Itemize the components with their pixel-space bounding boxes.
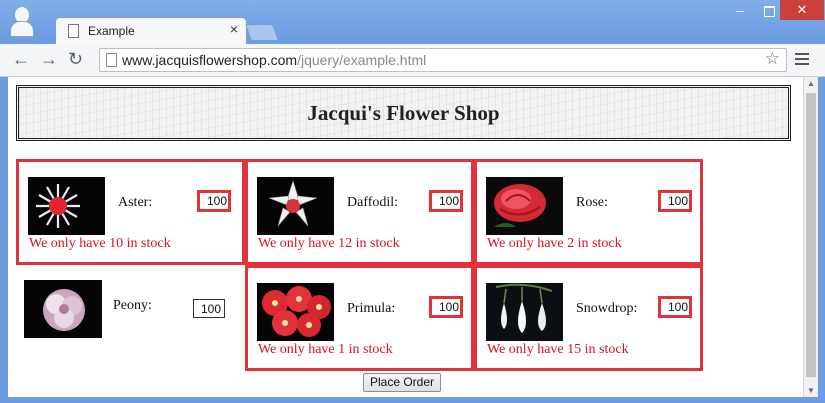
back-arrow-icon[interactable]: ← bbox=[12, 50, 30, 68]
page-title: Jacqui's Flower Shop bbox=[307, 101, 500, 125]
header-banner: Jacqui's Flower Shop bbox=[16, 85, 791, 141]
bookmark-star-icon[interactable]: ☆ bbox=[765, 49, 780, 69]
stock-message: We only have 10 in stock bbox=[29, 236, 171, 251]
window-frame-bottom bbox=[0, 397, 825, 403]
flower-label: Daffodil: bbox=[347, 195, 399, 210]
quantity-input[interactable]: 100 bbox=[429, 296, 463, 318]
browser-tab[interactable]: Example × bbox=[55, 17, 247, 45]
browser-toolbar: ← → ↻ www.jacquisflowershop.com/jquery/e… bbox=[0, 44, 825, 77]
aster-image bbox=[28, 177, 105, 235]
window-close-button[interactable]: ✕ bbox=[780, 0, 824, 20]
tab-close-icon[interactable]: × bbox=[230, 22, 238, 36]
quantity-input[interactable]: 100 bbox=[658, 296, 692, 318]
rose-image bbox=[486, 177, 563, 235]
scroll-down-icon[interactable]: ▼ bbox=[804, 386, 818, 395]
flower-label: Snowdrop: bbox=[576, 301, 638, 316]
quantity-input[interactable]: 100 bbox=[197, 190, 231, 212]
snowdrop-image bbox=[486, 283, 563, 341]
quantity-input[interactable]: 100 bbox=[193, 299, 225, 318]
vertical-scrollbar[interactable]: ▲ ▼ bbox=[803, 77, 818, 397]
flower-label: Peony: bbox=[113, 298, 152, 313]
flower-cell-rose: Rose: 100 We only have 2 in stock bbox=[474, 159, 703, 265]
forward-arrow-icon[interactable]: → bbox=[40, 50, 58, 68]
url-text[interactable]: www.jacquisflowershop.com/jquery/example… bbox=[122, 52, 426, 68]
reload-icon[interactable]: ↻ bbox=[68, 50, 83, 68]
page-icon bbox=[68, 24, 79, 38]
peony-image bbox=[24, 280, 102, 338]
stock-message: We only have 15 in stock bbox=[487, 342, 629, 357]
daffodil-image bbox=[257, 177, 334, 235]
page-icon bbox=[106, 53, 117, 67]
primula-image bbox=[257, 283, 334, 341]
profile-avatar-icon[interactable] bbox=[10, 6, 34, 37]
stock-message: We only have 1 in stock bbox=[258, 342, 393, 357]
flower-cell-snowdrop: Snowdrop: 100 We only have 15 in stock bbox=[474, 265, 703, 371]
stock-message: We only have 12 in stock bbox=[258, 236, 400, 251]
maximize-button[interactable] bbox=[764, 6, 775, 17]
flower-label: Rose: bbox=[576, 195, 608, 210]
url-path: /jquery/example.html bbox=[297, 52, 427, 68]
page-viewport: Jacqui's Flower Shop Aster: 100 We only … bbox=[8, 77, 803, 397]
address-bar[interactable]: www.jacquisflowershop.com/jquery/example… bbox=[99, 48, 787, 72]
stock-message: We only have 2 in stock bbox=[487, 236, 622, 251]
url-domain: www.jacquisflowershop.com bbox=[122, 52, 298, 68]
flower-label: Aster: bbox=[118, 195, 153, 210]
title-bar: Example × – ✕ bbox=[0, 0, 825, 45]
scroll-up-icon[interactable]: ▲ bbox=[804, 79, 818, 88]
quantity-input[interactable]: 100 bbox=[658, 190, 692, 212]
flower-cell-peony: Peony: 100 bbox=[16, 265, 245, 371]
flower-cell-primula: Primula: 100 We only have 1 in stock bbox=[245, 265, 474, 371]
scrollbar-thumb[interactable] bbox=[806, 93, 816, 377]
quantity-input[interactable]: 100 bbox=[429, 190, 463, 212]
flower-cell-aster: Aster: 100 We only have 10 in stock bbox=[16, 159, 245, 265]
minimize-button[interactable]: – bbox=[736, 2, 744, 18]
menu-icon[interactable] bbox=[795, 53, 809, 68]
flower-cell-daffodil: Daffodil: 100 We only have 12 in stock bbox=[245, 159, 474, 265]
tab-title: Example bbox=[88, 24, 135, 38]
place-order-button[interactable]: Place Order bbox=[363, 373, 442, 392]
flower-label: Primula: bbox=[347, 301, 396, 316]
new-tab-button[interactable] bbox=[244, 24, 280, 41]
